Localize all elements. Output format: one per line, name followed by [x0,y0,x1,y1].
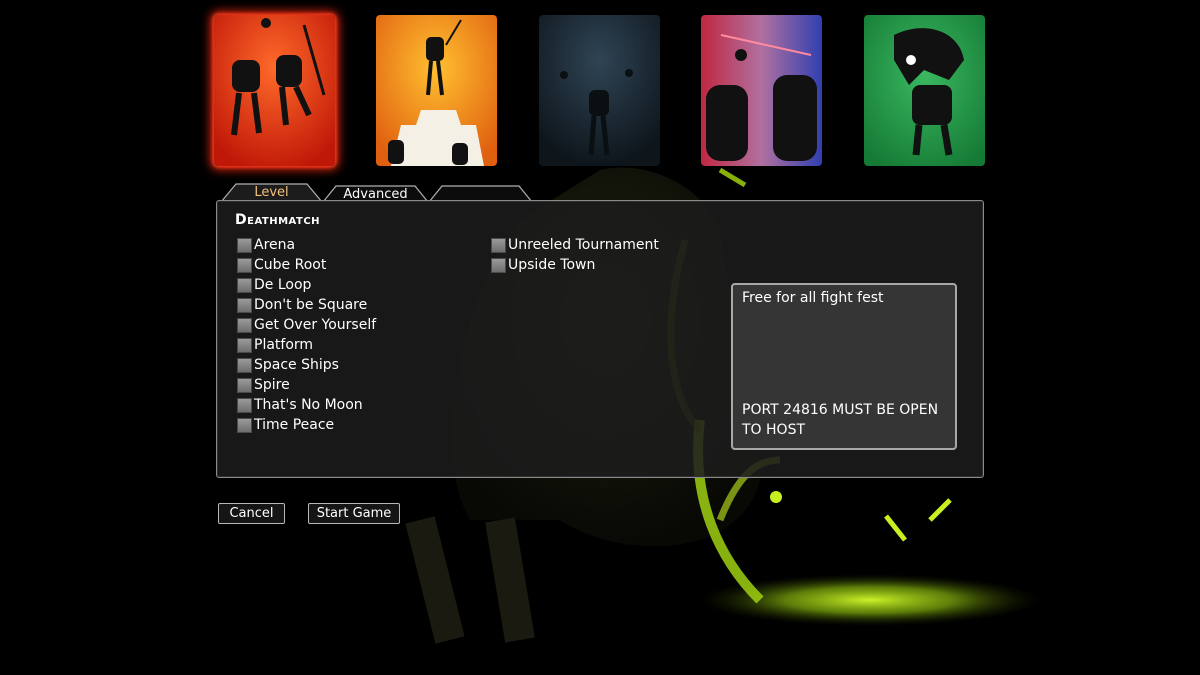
checkbox[interactable] [237,397,252,413]
level-checkbox-de-loop[interactable]: De Loop [237,275,311,295]
level-checkbox-time-peace[interactable]: Time Peace [237,415,334,435]
dinosaur-robot-icon [864,15,985,166]
level-label: Upside Town [508,257,596,273]
robot-on-pyramid-icon [376,15,497,166]
level-label: Get Over Yourself [254,317,377,333]
checkbox[interactable] [237,277,252,293]
level-checkbox-dont-be-square[interactable]: Don't be Square [237,295,367,315]
section-title: Deathmatch [235,212,321,228]
level-checkbox-thats-no-moon[interactable]: That's No Moon [237,395,363,415]
robots-red-blue-icon [701,15,822,166]
level-checkbox-upside-town[interactable]: Upside Town [491,255,595,275]
level-label: Spire [254,377,290,393]
port-notice: PORT 24816 MUST BE OPEN TO HOST [742,402,939,438]
tab-level-label: Level [254,185,289,200]
level-label: That's No Moon [254,397,363,413]
checkbox[interactable] [237,297,252,313]
checkbox[interactable] [237,377,252,393]
checkbox[interactable] [491,257,506,273]
checkbox[interactable] [237,357,252,373]
level-checkbox-get-over-yourself[interactable]: Get Over Yourself [237,315,376,335]
start-game-button[interactable]: Start Game [308,503,400,524]
checkbox[interactable] [237,257,252,273]
level-label: Unreeled Tournament [508,237,659,253]
checkbox[interactable] [237,417,252,433]
level-label: Arena [254,237,296,253]
level-checkbox-cube-root[interactable]: Cube Root [237,255,326,275]
mode-description: Free for all fight fest [742,290,884,306]
robots-in-dark-icon [539,15,660,166]
level-checkbox-unreeled-tournament[interactable]: Unreeled Tournament [491,235,659,255]
level-label: Space Ships [254,357,339,373]
checkbox[interactable] [491,237,506,253]
level-label: Don't be Square [254,297,368,313]
level-label: Cube Root [254,257,327,273]
level-checkbox-platform[interactable]: Platform [237,335,313,355]
level-checkbox-space-ships[interactable]: Space Ships [237,355,339,375]
night-battle-card[interactable] [539,15,660,166]
level-checkbox-spire[interactable]: Spire [237,375,290,395]
cancel-button[interactable]: Cancel [218,503,285,524]
deathmatch-card[interactable] [214,15,335,166]
level-label: De Loop [254,277,312,293]
two-robots-fighting-icon [214,15,335,166]
king-of-hill-card[interactable] [376,15,497,166]
monster-card[interactable] [864,15,985,166]
team-battle-card[interactable] [701,15,822,166]
checkbox[interactable] [237,317,252,333]
level-checkbox-arena[interactable]: Arena [237,235,295,255]
checkbox[interactable] [237,337,252,353]
checkbox[interactable] [237,237,252,253]
level-label: Time Peace [254,417,335,433]
level-label: Platform [254,337,314,353]
